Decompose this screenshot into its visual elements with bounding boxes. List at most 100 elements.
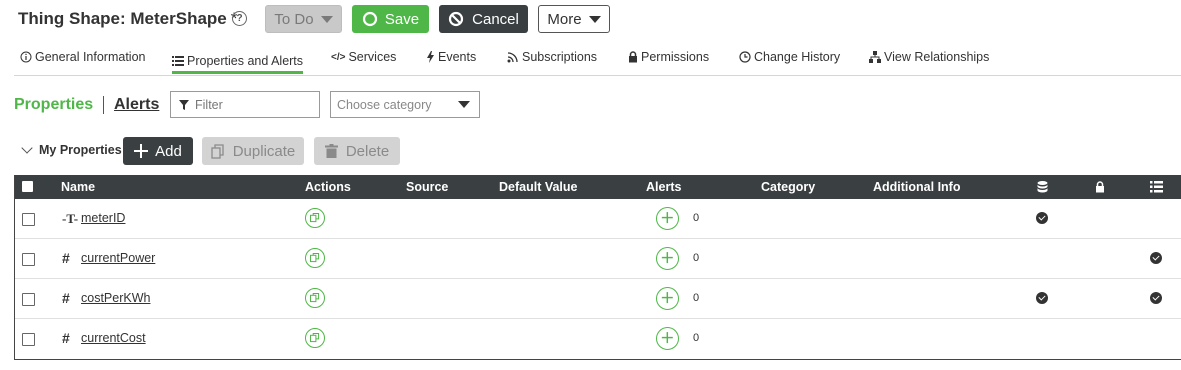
lock-icon — [629, 51, 637, 63]
filter-input[interactable] — [195, 97, 315, 112]
lock-icon — [1096, 181, 1104, 193]
select-all-checkbox[interactable] — [22, 181, 33, 192]
row-checkbox[interactable] — [22, 213, 35, 226]
alert-count: 0 — [693, 212, 700, 224]
plus-icon — [134, 144, 149, 158]
cancel-button[interactable]: Cancel — [439, 5, 528, 33]
save-button[interactable]: Save — [352, 5, 429, 33]
help-icon[interactable]: ? — [232, 11, 247, 26]
column-header-alerts[interactable]: Alerts — [646, 180, 681, 194]
row-checkbox[interactable] — [22, 293, 35, 306]
property-name-link[interactable]: meterID — [81, 211, 125, 225]
copy-icon[interactable] — [305, 288, 325, 308]
persistent-check-icon — [1036, 212, 1048, 224]
properties-table: Name Actions Source Default Value Alerts… — [14, 175, 1181, 360]
column-header-default-value[interactable]: Default Value — [499, 180, 578, 194]
my-properties-toggle[interactable]: My Properties — [20, 142, 122, 157]
tab-services[interactable]: </> Services — [331, 50, 396, 64]
chevron-down-icon — [320, 15, 333, 23]
property-name-link[interactable]: costPerKWh — [81, 291, 150, 305]
tab-label: Services — [348, 50, 397, 64]
logged-check-icon — [1150, 252, 1162, 264]
section-label: My Properties — [39, 143, 122, 157]
delete-button[interactable]: Delete — [314, 137, 400, 165]
rss-icon — [507, 52, 518, 63]
more-label: More — [547, 10, 582, 28]
page-title-text: Thing Shape: MeterShape — [18, 9, 227, 28]
save-label: Save — [384, 10, 420, 28]
chevron-down-icon — [21, 142, 33, 154]
duplicate-label: Duplicate — [232, 142, 296, 160]
number-type-icon: # — [62, 330, 70, 346]
delete-label: Delete — [345, 142, 390, 160]
tab-subscriptions[interactable]: Subscriptions — [507, 50, 597, 64]
tab-permissions[interactable]: Permissions — [628, 50, 709, 64]
sitemap-icon — [869, 51, 881, 63]
trash-icon — [324, 144, 338, 158]
copy-icon[interactable] — [305, 208, 325, 228]
copy-icon[interactable] — [305, 248, 325, 268]
alerts-link[interactable]: Alerts — [114, 96, 159, 114]
text-type-icon: -T- — [62, 211, 79, 226]
tab-view-relationships[interactable]: View Relationships — [869, 50, 989, 64]
tab-label: Permissions — [641, 50, 710, 64]
alert-count: 0 — [693, 332, 700, 344]
tab-change-history[interactable]: Change History — [739, 50, 840, 64]
logged-check-icon — [1150, 292, 1162, 304]
tab-label: Events — [438, 50, 477, 64]
add-button[interactable]: Add — [123, 137, 193, 165]
copy-icon[interactable] — [305, 328, 325, 348]
row-checkbox[interactable] — [22, 253, 35, 266]
table-row[interactable]: -T- meterID 0 — [15, 199, 1181, 239]
tab-general-information[interactable]: General Information — [20, 50, 145, 64]
add-alert-icon[interactable] — [656, 207, 679, 230]
list-icon — [1150, 181, 1163, 193]
property-name-link[interactable]: currentPower — [81, 251, 155, 265]
column-header-category[interactable]: Category — [761, 180, 815, 194]
todo-button[interactable]: To Do — [265, 5, 342, 33]
bolt-icon — [427, 51, 434, 63]
todo-label: To Do — [274, 10, 314, 28]
tab-properties-and-alerts[interactable]: Properties and Alerts — [172, 42, 304, 74]
database-icon — [1037, 181, 1048, 193]
add-alert-icon[interactable] — [656, 327, 679, 350]
info-icon — [20, 51, 32, 63]
duplicate-button[interactable]: Duplicate — [202, 137, 304, 165]
chevron-down-icon — [458, 101, 470, 108]
tab-label: Subscriptions — [522, 50, 598, 64]
filter-box — [170, 91, 320, 118]
circle-icon — [362, 11, 377, 27]
property-name-link[interactable]: currentCost — [81, 331, 146, 345]
alert-count: 0 — [693, 252, 700, 264]
column-header-additional-info[interactable]: Additional Info — [873, 180, 960, 194]
row-checkbox[interactable] — [22, 333, 35, 346]
filter-icon — [179, 99, 189, 110]
category-select-placeholder: Choose category — [337, 97, 432, 112]
ban-icon — [449, 11, 464, 27]
tab-events[interactable]: Events — [426, 50, 476, 64]
number-type-icon: # — [62, 290, 70, 306]
more-button[interactable]: More — [538, 5, 610, 33]
column-header-name[interactable]: Name — [61, 180, 95, 194]
properties-link[interactable]: Properties — [14, 96, 93, 114]
tab-label: View Relationships — [884, 50, 990, 64]
category-select[interactable]: Choose category — [330, 91, 480, 118]
code-icon: </> — [331, 51, 346, 63]
add-label: Add — [155, 142, 182, 160]
add-alert-icon[interactable] — [656, 287, 679, 310]
table-row[interactable]: # costPerKWh 0 — [15, 279, 1181, 319]
tab-label: Properties and Alerts — [187, 53, 304, 68]
column-header-source[interactable]: Source — [406, 180, 448, 194]
clock-icon — [739, 51, 751, 63]
page-title: Thing Shape: MeterShape * — [18, 9, 237, 29]
table-row[interactable]: # currentCost 0 — [15, 319, 1181, 359]
table-header: Name Actions Source Default Value Alerts… — [15, 175, 1181, 199]
copy-icon — [211, 143, 224, 159]
tab-label: Change History — [754, 50, 841, 64]
tab-label: General Information — [35, 50, 146, 64]
column-header-actions[interactable]: Actions — [305, 180, 351, 194]
tab-bar: General Information Properties and Alert… — [14, 42, 1181, 76]
add-alert-icon[interactable] — [656, 247, 679, 270]
divider — [103, 96, 104, 114]
table-row[interactable]: # currentPower 0 — [15, 239, 1181, 279]
